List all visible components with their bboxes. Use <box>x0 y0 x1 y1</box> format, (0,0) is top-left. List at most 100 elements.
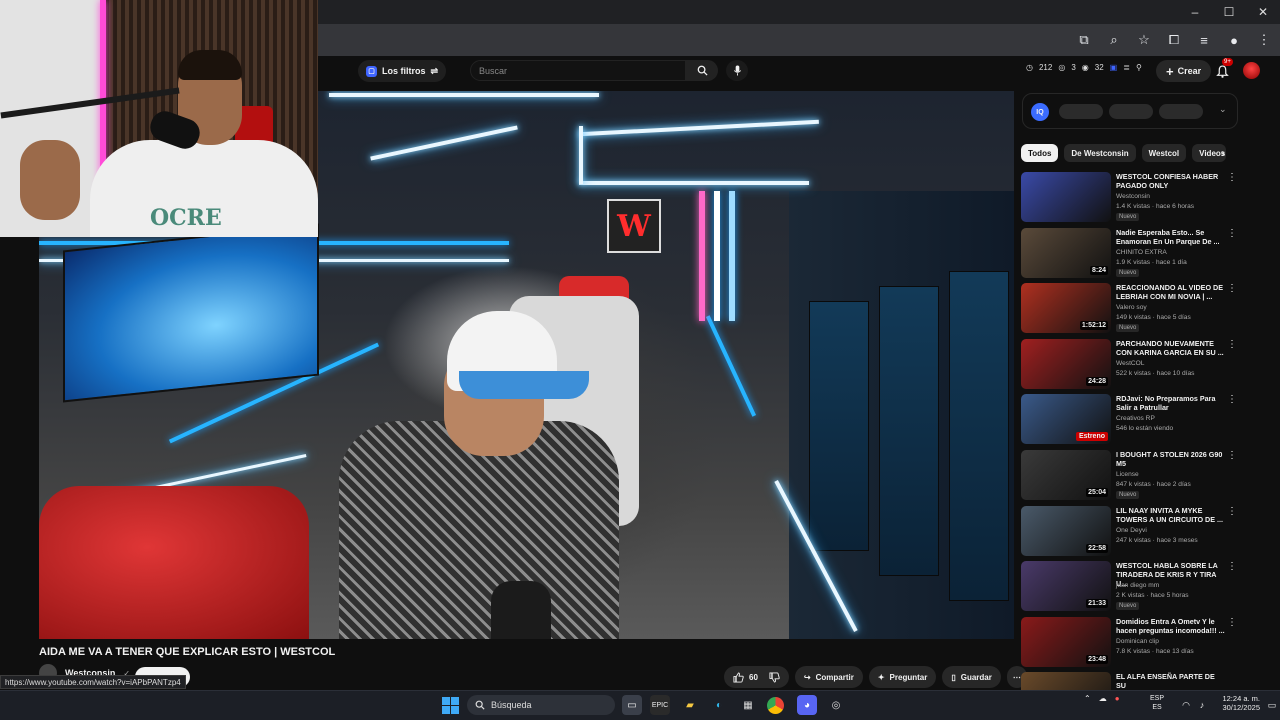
chevron-up-icon[interactable]: ⌃ <box>1084 694 1091 703</box>
recommendation-item[interactable]: 25:04 I BOUGHT A STOLEN 2026 G90 M5 Licens… <box>1021 450 1241 504</box>
video-thumbnail[interactable]: 22:58 <box>1021 506 1111 556</box>
video-thumbnail[interactable] <box>1021 672 1111 690</box>
more-options-icon[interactable]: ⋮ <box>1227 506 1237 517</box>
filters-chip[interactable]: ▢ Los filtros ⇌ <box>358 60 447 82</box>
star-icon[interactable]: ☆ <box>1134 30 1154 50</box>
chrome-icon[interactable] <box>767 697 784 714</box>
more-options-icon[interactable]: ⋮ <box>1227 561 1237 572</box>
system-tray: ⌃ ☁ ● <box>1084 694 1120 703</box>
recommendation-meta: 847 k vistas · hace 2 días <box>1116 481 1191 488</box>
recommendation-channel[interactable]: juan diego mm <box>1116 582 1159 589</box>
share-button[interactable]: ↪ Compartir <box>794 666 863 688</box>
more-options-icon[interactable]: ⋮ <box>1227 339 1237 350</box>
recommendation-channel[interactable]: Dominican clip <box>1116 638 1159 645</box>
ask-button[interactable]: ✦ Preguntar <box>868 666 937 688</box>
recommendation-channel[interactable]: Westconsin <box>1116 193 1150 200</box>
recommendation-item[interactable]: 1:52:12 REACCIONANDO AL VIDEO DE LEBRIAH … <box>1021 283 1241 337</box>
chip-from-channel[interactable]: De Westconsin <box>1064 144 1136 162</box>
epic-games-icon[interactable]: EPIC <box>650 695 670 715</box>
share-icon: ↪ <box>803 672 811 682</box>
language-indicator[interactable]: ESP ES <box>1150 694 1164 712</box>
chip-all[interactable]: Todos <box>1021 144 1059 162</box>
recommendation-title: EL ALFA ENSEÑA PARTE DE SU <box>1116 672 1215 690</box>
taskbar-search[interactable]: Búsqueda <box>467 695 615 715</box>
recommendation-item[interactable]: 22:58 LIL NAAY INVITA A MYKE TOWERS A UN … <box>1021 506 1241 560</box>
reading-list-icon[interactable]: ≡ <box>1194 30 1214 50</box>
chip-westcol[interactable]: Westcol <box>1141 144 1187 162</box>
voice-search-button[interactable] <box>726 60 748 81</box>
lang-bottom: ES <box>1152 704 1162 711</box>
cap-brim <box>459 371 589 399</box>
profile-icon[interactable]: ● <box>1224 30 1244 50</box>
recommendation-title: I BOUGHT A STOLEN 2026 G90 M5 <box>1116 450 1223 468</box>
video-thumbnail[interactable]: 23:48 <box>1021 617 1111 667</box>
extensions-icon[interactable]: ⧠ <box>1164 30 1184 50</box>
create-button[interactable]: + Crear <box>1156 60 1212 82</box>
cast-icon[interactable]: ⧉ <box>1074 30 1094 50</box>
recommendation-channel[interactable]: License <box>1116 471 1139 478</box>
like-button[interactable]: 60 <box>724 666 789 688</box>
video-thumbnail[interactable]: 8:24 <box>1021 228 1111 278</box>
queue-icon[interactable]: ≣ <box>1123 63 1130 72</box>
edge-icon[interactable]: ◐ <box>709 695 729 715</box>
video-thumbnail[interactable]: 1:52:12 <box>1021 283 1111 333</box>
recommendation-channel[interactable]: Valero soy <box>1116 304 1147 311</box>
maximize-button[interactable]: ☐ <box>1212 0 1246 24</box>
video-thumbnail[interactable]: 24:28 <box>1021 339 1111 389</box>
recommendation-channel[interactable]: CHINITO EXTRA <box>1116 249 1167 256</box>
recommendation-item[interactable]: 8:24 Nadie Esperaba Esto... Se Enamoran E… <box>1021 228 1241 282</box>
more-options-icon[interactable]: ⋮ <box>1227 172 1237 183</box>
recommendation-item[interactable]: EL ALFA ENSEÑA PARTE DE SU <box>1021 672 1241 690</box>
save-button[interactable]: ▯ Guardar <box>942 666 1001 688</box>
windows-start-icon[interactable] <box>442 697 459 714</box>
discord-icon[interactable]: ◕ <box>797 695 817 715</box>
recommendation-item[interactable]: Estreno RDJavi: No Preparamos Para Salir … <box>1021 394 1241 448</box>
notification-center-icon[interactable]: ▭ <box>1262 695 1280 715</box>
notification-badge: 9+ <box>1222 58 1233 66</box>
video-duration: 1:52:12 <box>1079 321 1108 330</box>
recommendation-channel[interactable]: Creativos RP <box>1116 415 1155 422</box>
more-options-icon[interactable]: ⋮ <box>1227 283 1237 294</box>
extension-icon[interactable]: ▣ <box>1110 63 1118 72</box>
search-input[interactable]: Buscar <box>470 60 686 81</box>
more-options-icon[interactable]: ⋮ <box>1227 617 1237 628</box>
recommendation-item[interactable]: 24:28 PARCHANDO NUEVAMENTE CON KARINA GAR… <box>1021 339 1241 393</box>
recommendation-title: PARCHANDO NUEVAMENTE CON KARINA GARCIA E… <box>1116 339 1224 357</box>
video-duration: 21:33 <box>1086 599 1108 608</box>
pin-icon[interactable]: ⚲ <box>1136 63 1142 72</box>
volume-icon[interactable]: ♪ <box>1192 695 1212 715</box>
task-view-icon[interactable]: ▭ <box>622 695 642 715</box>
obs-icon[interactable]: ◎ <box>826 695 846 715</box>
zoom-icon[interactable]: ⌕ <box>1104 30 1124 50</box>
clock[interactable]: 12:24 a. m. 30/12/2025 <box>1210 694 1260 712</box>
wall-logo: W <box>607 199 661 253</box>
account-avatar[interactable] <box>1243 62 1260 79</box>
video-thumbnail[interactable]: 21:33 <box>1021 561 1111 611</box>
more-options-icon[interactable]: ⋮ <box>1227 228 1237 239</box>
menu-icon[interactable]: ⋮ <box>1254 30 1274 50</box>
stat-3: 32 <box>1094 63 1104 72</box>
new-badge: Nuevo <box>1116 602 1140 610</box>
search-button[interactable] <box>686 60 718 81</box>
onedrive-icon[interactable]: ☁ <box>1099 694 1107 703</box>
video-thumbnail[interactable]: 25:04 <box>1021 450 1111 500</box>
more-icon: ⋯ <box>1012 672 1021 682</box>
chevron-right-icon[interactable]: › <box>1214 144 1232 162</box>
recommendation-meta: 522 k vistas · hace 10 días <box>1116 370 1195 377</box>
recommendation-channel[interactable]: One Deyvi <box>1116 527 1147 534</box>
recommendation-item[interactable]: 21:33 WESTCOL HABLA SOBRE LA TIRADERA DE … <box>1021 561 1241 615</box>
store-icon[interactable]: ▦ <box>738 695 758 715</box>
close-button[interactable]: ✕ <box>1246 0 1280 24</box>
tune-icon: ⇌ <box>430 65 439 76</box>
file-explorer-icon[interactable]: ▰ <box>680 695 700 715</box>
minimize-button[interactable]: – <box>1178 0 1212 24</box>
video-thumbnail[interactable] <box>1021 172 1111 222</box>
recommendation-item[interactable]: 23:48 Domidios Entra A Ometv Y le hacen p… <box>1021 617 1241 671</box>
chevron-down-icon[interactable]: ⌄ <box>1219 104 1227 115</box>
more-options-icon[interactable]: ⋮ <box>1227 450 1237 461</box>
recommendation-item[interactable]: WESTCOL CONFIESA HABER PAGADO ONLY Westco… <box>1021 172 1241 226</box>
recommendation-channel[interactable]: WestCOL <box>1116 360 1144 367</box>
more-options-icon[interactable]: ⋮ <box>1227 394 1237 405</box>
video-thumbnail[interactable]: Estreno <box>1021 394 1111 444</box>
microphone-icon[interactable]: ● <box>1115 694 1120 703</box>
